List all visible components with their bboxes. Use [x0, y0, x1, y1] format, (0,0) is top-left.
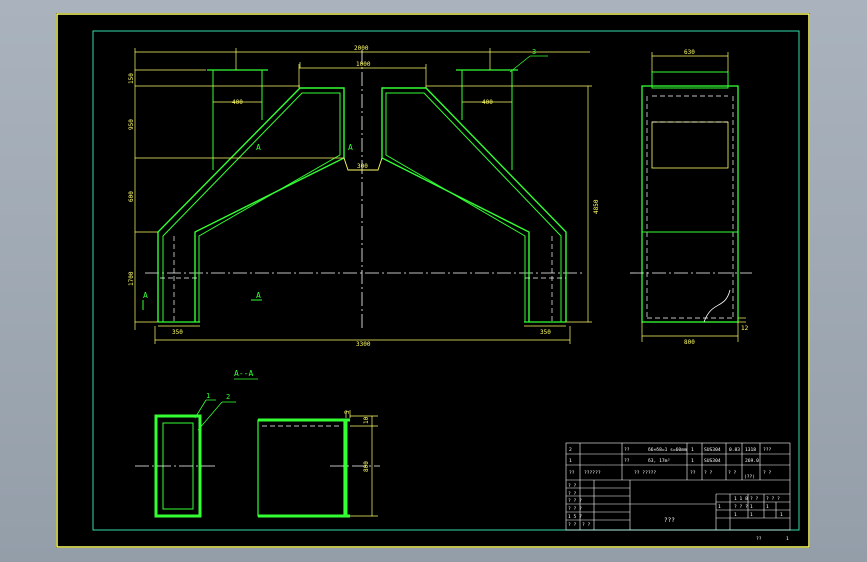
svg-text:? ?: ? ?	[568, 491, 577, 497]
svg-text:269.0: 269.0	[745, 458, 759, 464]
dim-top-inner: 1000	[356, 61, 371, 68]
balloon-2: 2	[226, 393, 230, 401]
svg-text:1: 1	[569, 458, 572, 464]
svg-text:0.83: 0.83	[729, 447, 740, 453]
svg-text:? ? ?: ? ? ?	[568, 498, 582, 504]
side-dim-bottom: 800	[684, 339, 695, 346]
svg-text:? ?: ? ?	[728, 470, 737, 476]
balloon-3: 3	[532, 48, 536, 56]
dim-throat: 300	[357, 163, 368, 170]
svg-text:δ3, 17m²: δ3, 17m²	[648, 458, 670, 464]
svg-text:1 5 7: 1 5 7	[568, 514, 582, 520]
svg-text:δ6×δ8=1 s=60mm: δ6×δ8=1 s=60mm	[648, 447, 687, 453]
section-dim-height: 800	[363, 461, 370, 472]
dim-overall-top: 2000	[354, 45, 369, 52]
svg-text:??: ??	[624, 447, 630, 453]
svg-text:SUS304: SUS304	[704, 458, 721, 464]
svg-text:1: 1	[780, 512, 783, 518]
svg-text:(??): (??)	[744, 474, 755, 480]
svg-text:??: ??	[690, 470, 696, 476]
svg-text:1: 1	[750, 512, 753, 518]
svg-text:1: 1	[750, 504, 753, 510]
svg-text:???: ???	[763, 447, 772, 453]
section-dim-gap: 5	[344, 410, 351, 414]
svg-text:SUS304: SUS304	[704, 447, 721, 453]
svg-text:1: 1	[691, 447, 694, 453]
dim-height-total: 4850	[593, 199, 600, 214]
dim-right-flange: 400	[482, 99, 493, 106]
balloon-1: 1	[206, 392, 210, 400]
svg-text:2: 2	[569, 447, 572, 453]
svg-text:1318: 1318	[745, 447, 756, 453]
section-mark-a-2: A	[348, 143, 353, 152]
dim-h2: 950	[128, 119, 135, 130]
svg-text:1 1 8: 1 1 8	[734, 496, 748, 502]
svg-text:??: ??	[624, 458, 630, 464]
dim-left-flange: 400	[232, 99, 243, 106]
svg-text:? ?: ? ?	[568, 483, 577, 489]
dim-h3: 600	[128, 191, 135, 202]
drawing-name: ???	[664, 517, 675, 524]
section-title: A--A	[234, 369, 253, 378]
side-dim-top: 630	[684, 49, 695, 56]
dim-h4: 1700	[128, 271, 135, 286]
section-mark-a-3: A	[143, 291, 148, 300]
dim-bottom-left: 350	[172, 329, 183, 336]
cad-drawing-canvas[interactable]: 2000 1000 400 400 300 350 350 3300 4850 …	[0, 0, 867, 562]
svg-text:?? ?????: ?? ?????	[634, 470, 656, 476]
section-dim-thick: 10	[363, 416, 370, 424]
svg-text:? ? ?: ? ? ?	[568, 506, 582, 512]
dim-bottom-right: 350	[540, 329, 551, 336]
svg-text:? ? ?: ? ? ?	[734, 504, 748, 510]
sheet-value: 1	[786, 536, 789, 542]
dim-overall-bottom: 3300	[356, 341, 371, 348]
section-mark-a-1: A	[256, 143, 261, 152]
section-mark-a-4: A	[256, 291, 261, 300]
svg-text:1: 1	[734, 512, 737, 518]
svg-text:??????: ??????	[584, 470, 601, 476]
drawing-sheet	[56, 13, 810, 548]
svg-text:1: 1	[691, 458, 694, 464]
svg-text:? ?: ? ?	[568, 522, 577, 528]
svg-text:1: 1	[718, 504, 721, 510]
svg-text:? ?: ? ?	[750, 496, 759, 502]
side-dim-corner: 12	[741, 325, 749, 332]
sheet-label: ??	[756, 536, 762, 542]
svg-text:? ?: ? ?	[582, 522, 591, 528]
svg-text:? ? ?: ? ? ?	[766, 496, 780, 502]
svg-text:? ?: ? ?	[704, 470, 713, 476]
svg-text:1: 1	[766, 504, 769, 510]
svg-text:? ?: ? ?	[763, 470, 772, 476]
dim-h1: 150	[128, 73, 135, 84]
svg-text:??: ??	[569, 470, 575, 476]
